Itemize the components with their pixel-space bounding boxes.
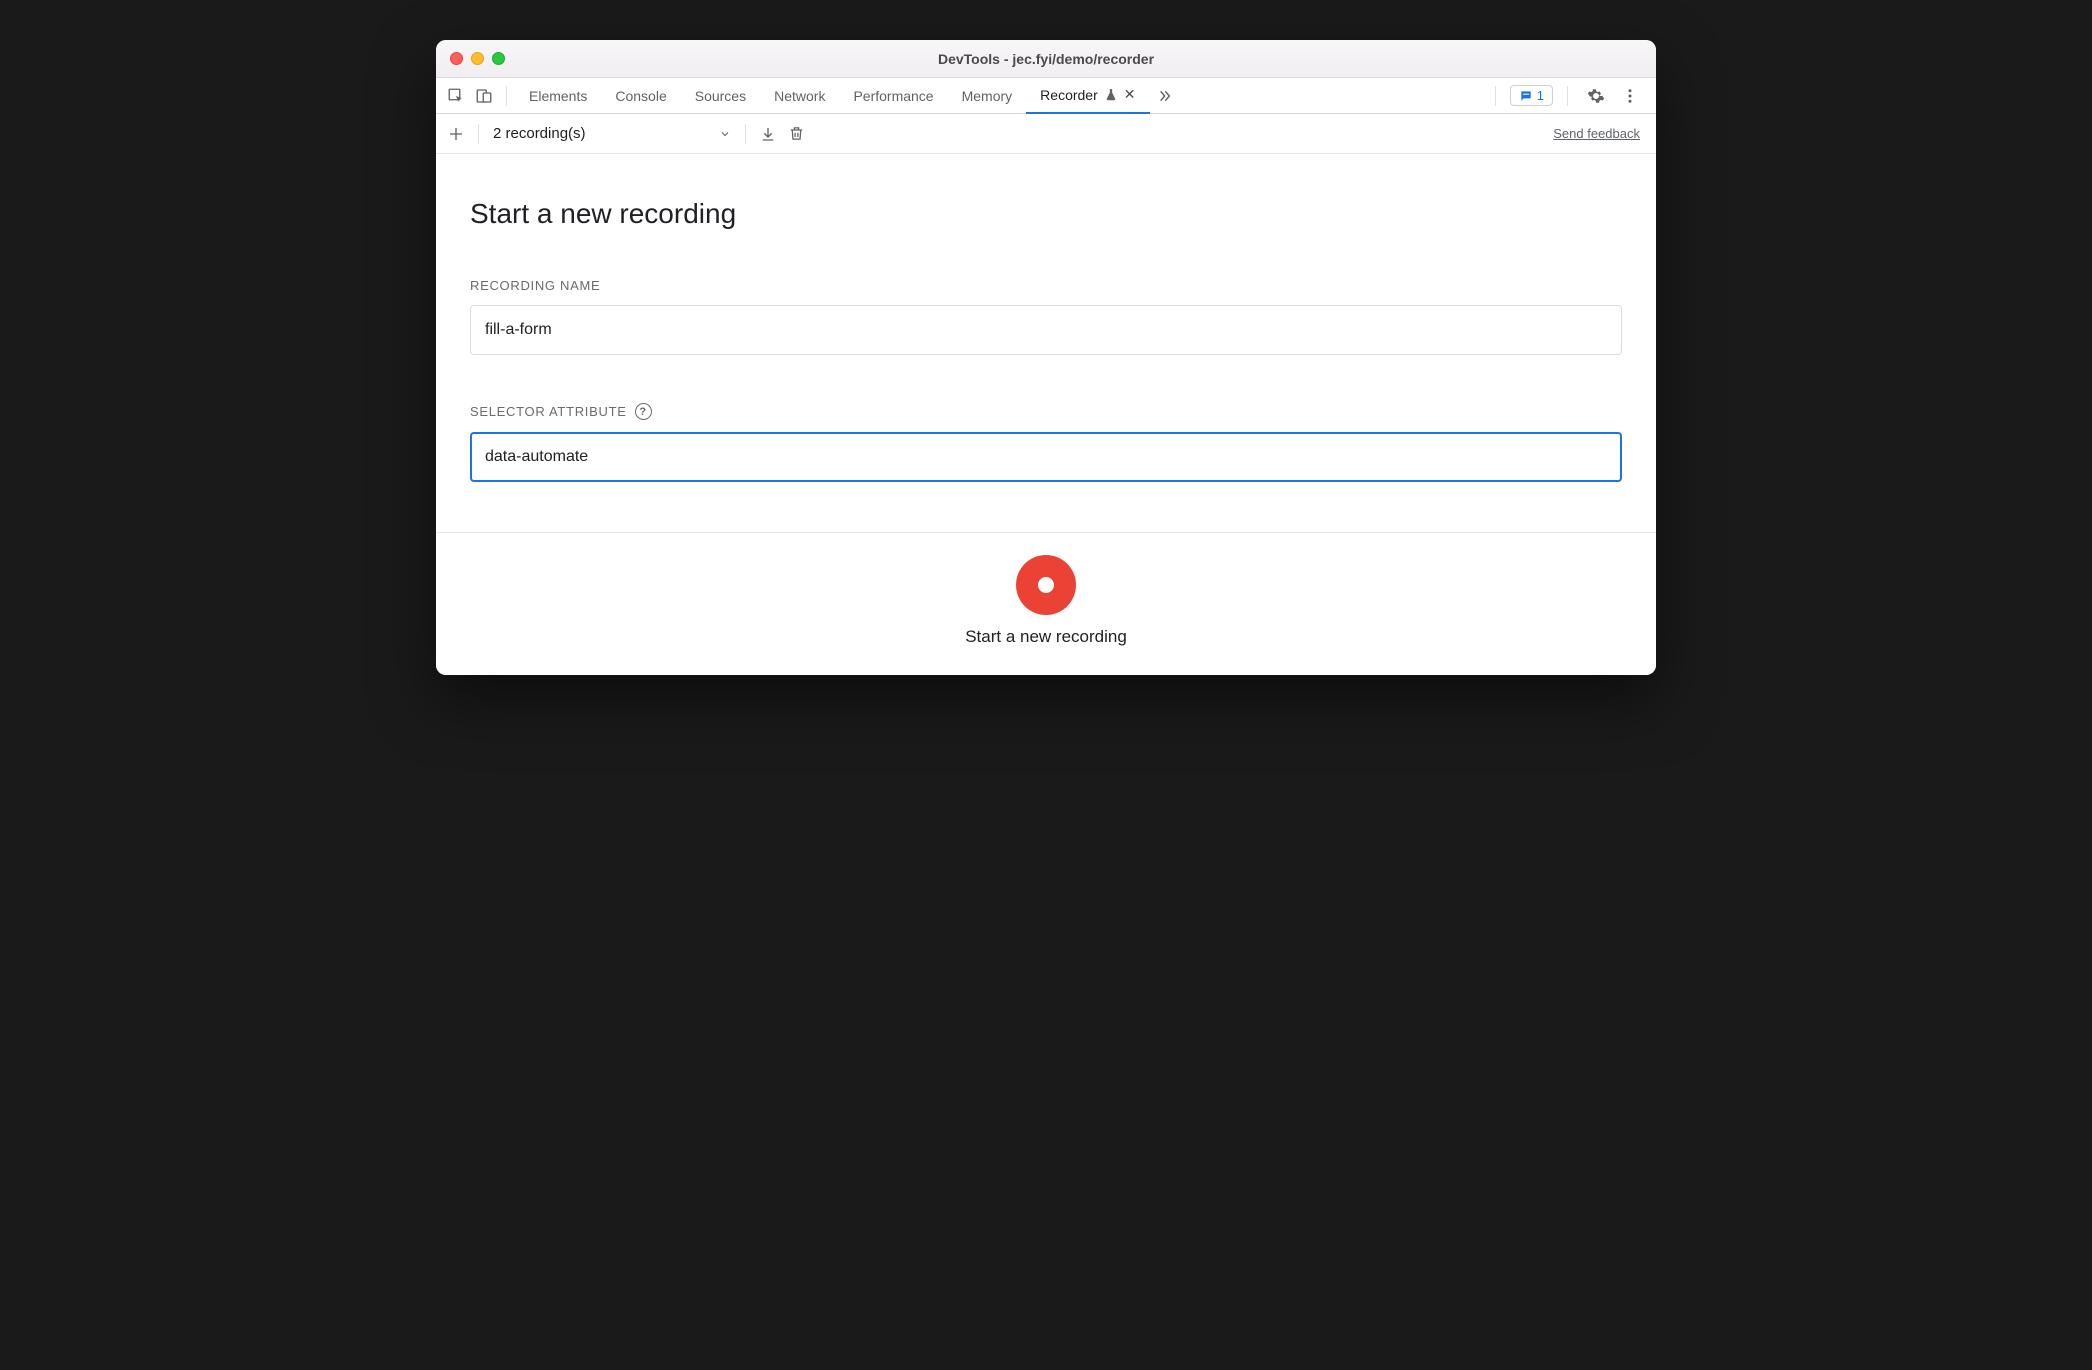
settings-icon[interactable]	[1582, 82, 1610, 110]
tab-sources[interactable]: Sources	[681, 78, 760, 114]
tab-recorder[interactable]: Recorder ✕	[1026, 78, 1149, 114]
right-tools: 1	[1487, 82, 1650, 110]
close-window-button[interactable]	[450, 52, 463, 65]
help-icon[interactable]: ?	[635, 403, 652, 420]
tab-elements[interactable]: Elements	[515, 78, 601, 114]
tab-network[interactable]: Network	[760, 78, 839, 114]
selector-attribute-field: SELECTOR ATTRIBUTE ?	[470, 403, 1622, 482]
download-icon[interactable]	[754, 120, 782, 148]
page-title: Start a new recording	[470, 198, 1622, 230]
selector-attribute-label-text: SELECTOR ATTRIBUTE	[470, 404, 627, 419]
chevron-down-icon	[719, 128, 731, 140]
recording-name-field: RECORDING NAME	[470, 278, 1622, 355]
recordings-dropdown[interactable]: 2 recording(s)	[487, 120, 737, 148]
start-recording-button[interactable]	[1016, 555, 1076, 615]
send-feedback-link[interactable]: Send feedback	[1553, 126, 1640, 141]
issues-count: 1	[1537, 88, 1544, 103]
titlebar: DevTools - jec.fyi/demo/recorder	[436, 40, 1656, 78]
recorder-content: Start a new recording RECORDING NAME SEL…	[436, 154, 1656, 482]
selector-attribute-input[interactable]	[470, 432, 1622, 482]
recordings-dropdown-label: 2 recording(s)	[493, 125, 586, 142]
inspect-element-icon[interactable]	[442, 82, 470, 110]
footer: Start a new recording	[436, 532, 1656, 675]
tab-label: Recorder	[1040, 87, 1098, 103]
tab-label: Network	[774, 88, 825, 104]
separator	[745, 124, 746, 144]
more-tabs-icon[interactable]	[1150, 82, 1178, 110]
tab-label: Memory	[962, 88, 1013, 104]
start-recording-label: Start a new recording	[965, 627, 1127, 647]
flask-icon	[1104, 88, 1118, 102]
recorder-toolbar: 2 recording(s) Send feedback	[436, 114, 1656, 154]
recording-name-label: RECORDING NAME	[470, 278, 1622, 293]
tab-label: Performance	[853, 88, 933, 104]
message-icon	[1519, 89, 1533, 103]
tab-label: Elements	[529, 88, 587, 104]
tab-console[interactable]: Console	[601, 78, 680, 114]
window-title: DevTools - jec.fyi/demo/recorder	[436, 51, 1656, 67]
tab-label: Console	[615, 88, 666, 104]
minimize-window-button[interactable]	[471, 52, 484, 65]
tab-performance[interactable]: Performance	[839, 78, 947, 114]
tab-label: Sources	[695, 88, 746, 104]
separator	[1495, 86, 1496, 106]
devtools-window: DevTools - jec.fyi/demo/recorder Element…	[436, 40, 1656, 675]
delete-icon[interactable]	[782, 120, 810, 148]
kebab-menu-icon[interactable]	[1616, 82, 1644, 110]
recording-name-input[interactable]	[470, 305, 1622, 355]
issues-button[interactable]: 1	[1510, 85, 1553, 106]
separator	[478, 124, 479, 144]
tabstrip: Elements Console Sources Network Perform…	[436, 78, 1656, 114]
close-tab-icon[interactable]: ✕	[1124, 86, 1136, 103]
separator	[1567, 86, 1568, 106]
device-toolbar-icon[interactable]	[470, 82, 498, 110]
separator	[506, 86, 507, 106]
tab-memory[interactable]: Memory	[948, 78, 1027, 114]
add-recording-icon[interactable]	[442, 120, 470, 148]
record-icon	[1038, 577, 1054, 593]
zoom-window-button[interactable]	[492, 52, 505, 65]
traffic-lights	[450, 52, 505, 65]
selector-attribute-label: SELECTOR ATTRIBUTE ?	[470, 403, 1622, 420]
